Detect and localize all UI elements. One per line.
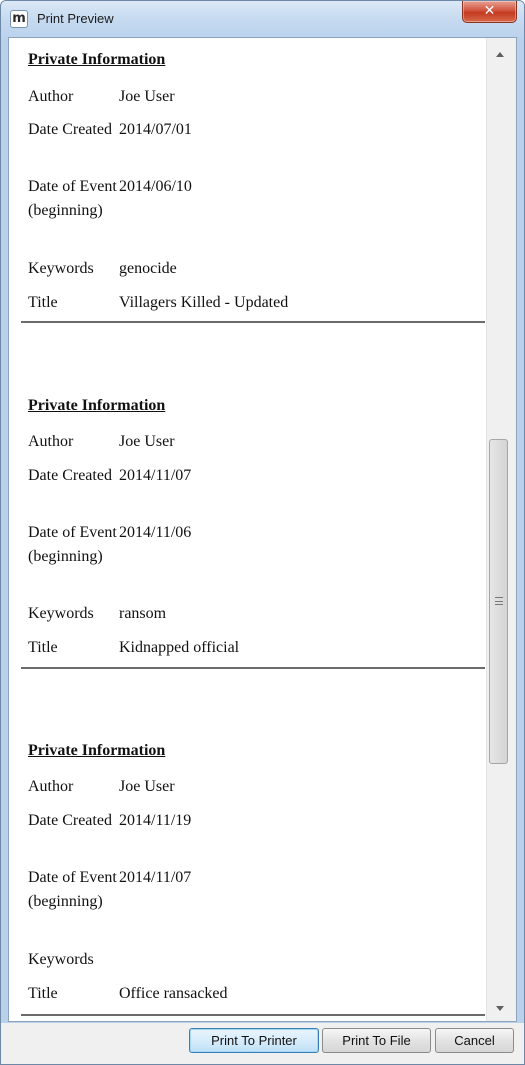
record-divider [21, 321, 485, 323]
title-bar[interactable]: m Print Preview ✕ [1, 1, 524, 37]
field-label: Title [28, 639, 58, 656]
record-divider [21, 1014, 485, 1016]
field-value: Joe User [119, 778, 175, 795]
app-logo-icon: m [10, 10, 28, 28]
button-bar: Print To Printer Print To File Cancel [1, 1023, 524, 1064]
field-value: 2014/07/01 [119, 121, 192, 138]
field-label: Date Created [28, 812, 112, 829]
field-label: Author [28, 433, 74, 450]
preview-page: Private Information Author Joe User Date… [9, 38, 486, 1021]
field-value: ransom [119, 605, 167, 622]
field-value: 2014/06/10 [119, 178, 192, 195]
field-value: Villagers Killed - Updated [119, 294, 289, 311]
field-value: 2014/11/06 [119, 524, 192, 541]
print-to-printer-button[interactable]: Print To Printer [189, 1028, 319, 1053]
field-label: Date Created [28, 121, 112, 138]
field-label: Date of Event (beginning) [28, 178, 117, 219]
field-value: Kidnapped official [119, 639, 240, 656]
preview-pane[interactable]: Private Information Author Joe User Date… [8, 37, 517, 1022]
scroll-grip-icon [495, 597, 503, 605]
field-value: Joe User [119, 433, 175, 450]
scroll-thumb[interactable] [489, 439, 508, 764]
field-value: 2014/11/19 [119, 812, 192, 829]
record-heading: Private Information [28, 742, 166, 759]
record-heading: Private Information [28, 51, 166, 68]
field-value: 2014/11/07 [119, 467, 192, 484]
close-button[interactable]: ✕ [462, 1, 517, 23]
scroll-down-arrow-icon[interactable] [496, 1006, 504, 1011]
print-to-file-button[interactable]: Print To File [322, 1028, 431, 1053]
field-label: Date of Event (beginning) [28, 524, 117, 565]
field-value: Office ransacked [119, 985, 228, 1002]
field-label: Keywords [28, 951, 94, 968]
scroll-up-arrow-icon[interactable] [496, 52, 504, 57]
field-value: genocide [119, 260, 177, 277]
field-label: Date Created [28, 467, 112, 484]
record-heading: Private Information [28, 397, 166, 414]
field-label: Author [28, 88, 74, 105]
field-value: Joe User [119, 88, 175, 105]
window-title: Print Preview [37, 11, 114, 26]
field-label: Keywords [28, 260, 94, 277]
field-label: Title [28, 985, 58, 1002]
print-preview-window: m Print Preview ✕ Private Information Au… [0, 0, 525, 1065]
cancel-button[interactable]: Cancel [435, 1028, 514, 1053]
field-label: Keywords [28, 605, 94, 622]
vertical-scrollbar[interactable] [486, 38, 516, 1021]
record-divider [21, 667, 485, 669]
field-label: Title [28, 294, 58, 311]
field-label: Date of Event (beginning) [28, 869, 117, 910]
field-label: Author [28, 778, 74, 795]
field-value: 2014/11/07 [119, 869, 192, 886]
